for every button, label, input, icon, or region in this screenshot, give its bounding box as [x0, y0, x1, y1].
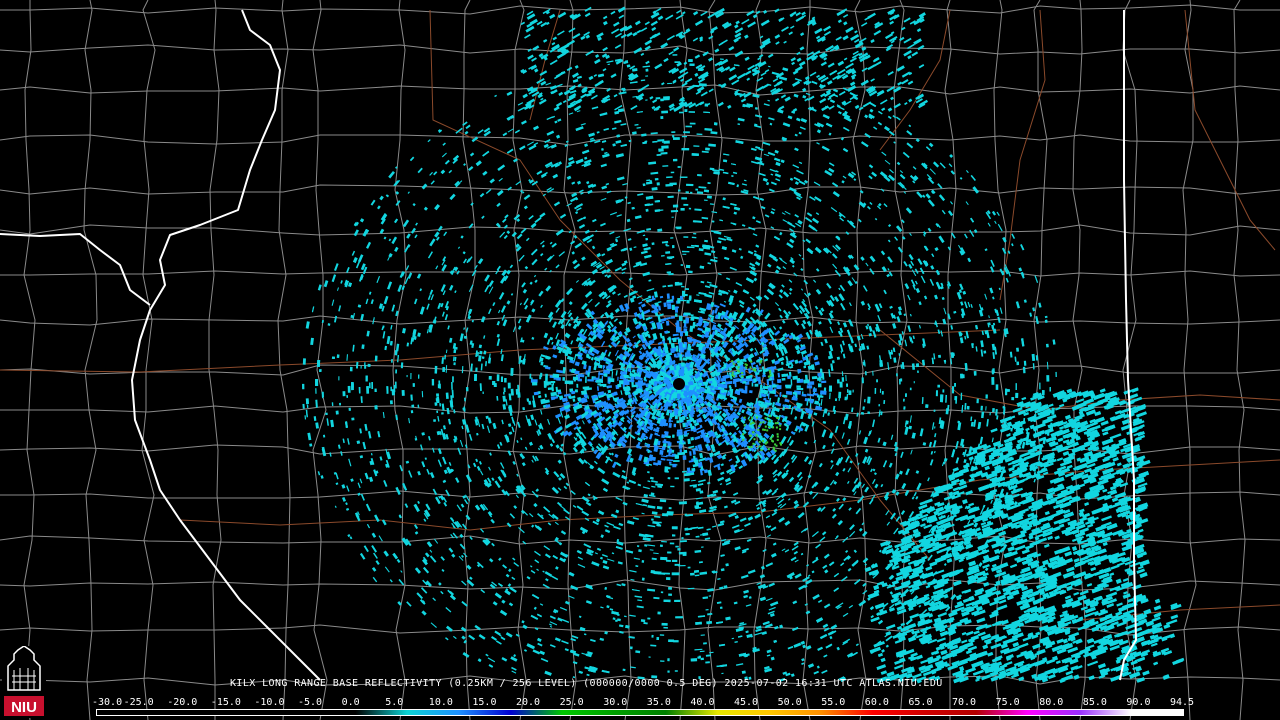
scale-label: 15.0	[472, 697, 497, 708]
color-scale-labels: -30.0 -25.0 -20.0 -15.0 -10.0 -5.0 0.0 5.0 10.0 1…	[92, 697, 1202, 709]
reflectivity-echoes	[302, 6, 1185, 684]
scale-label: 65.0	[908, 697, 933, 708]
scale-label: 94.5	[1170, 697, 1195, 708]
scale-label: 70.0	[952, 697, 977, 708]
county-line	[0, 4, 1280, 15]
state-border	[0, 233, 151, 306]
highway-line	[529, 9, 561, 121]
radar-site-dot-icon	[673, 378, 685, 390]
scale-label: 5.0	[385, 697, 404, 708]
scale-label: 50.0	[777, 697, 802, 708]
scale-label: 20.0	[516, 697, 541, 708]
county-line	[1182, 0, 1197, 720]
logo-text: NIU	[11, 699, 37, 716]
niu-logo: NIU	[2, 646, 46, 718]
scale-label: -15.0	[210, 697, 241, 708]
county-line	[1072, 0, 1087, 720]
county-line	[1233, 0, 1246, 720]
county-line	[0, 270, 1280, 278]
scale-label: 60.0	[864, 697, 889, 708]
product-caption: KILX LONG RANGE BASE REFLECTIVITY (0.25K…	[230, 678, 943, 689]
county-line	[277, 0, 291, 720]
scale-label: -30.0	[92, 697, 123, 708]
scale-label: -20.0	[167, 697, 198, 708]
county-line	[0, 184, 1280, 196]
county-line	[462, 0, 476, 720]
scale-label: 85.0	[1082, 697, 1107, 708]
county-line	[312, 0, 328, 720]
scale-label: 45.0	[734, 697, 759, 708]
county-line	[0, 224, 1280, 236]
scale-label: 25.0	[559, 697, 584, 708]
scale-label: 35.0	[646, 697, 671, 708]
scale-label: 30.0	[603, 697, 628, 708]
county-line	[83, 0, 98, 720]
scale-label: 40.0	[690, 697, 715, 708]
scale-label: 10.0	[428, 697, 453, 708]
scale-label: 90.0	[1126, 697, 1151, 708]
county-line	[208, 0, 222, 720]
state-border	[131, 9, 321, 681]
county-line	[141, 0, 156, 720]
scale-label: 55.0	[821, 697, 846, 708]
scale-label: -5.0	[298, 697, 323, 708]
scale-label: 75.0	[995, 697, 1020, 708]
highway-line	[879, 329, 1280, 411]
scale-label: -10.0	[254, 697, 285, 708]
scale-label: 0.0	[341, 697, 360, 708]
county-line	[0, 134, 1280, 146]
highway-line	[1184, 9, 1276, 251]
scale-label: 80.0	[1039, 697, 1064, 708]
reflectivity-colorbar	[96, 709, 1184, 716]
county-line	[23, 0, 36, 720]
scale-label: -25.0	[123, 697, 154, 708]
highway-line	[879, 9, 951, 151]
radar-map	[0, 0, 1280, 720]
